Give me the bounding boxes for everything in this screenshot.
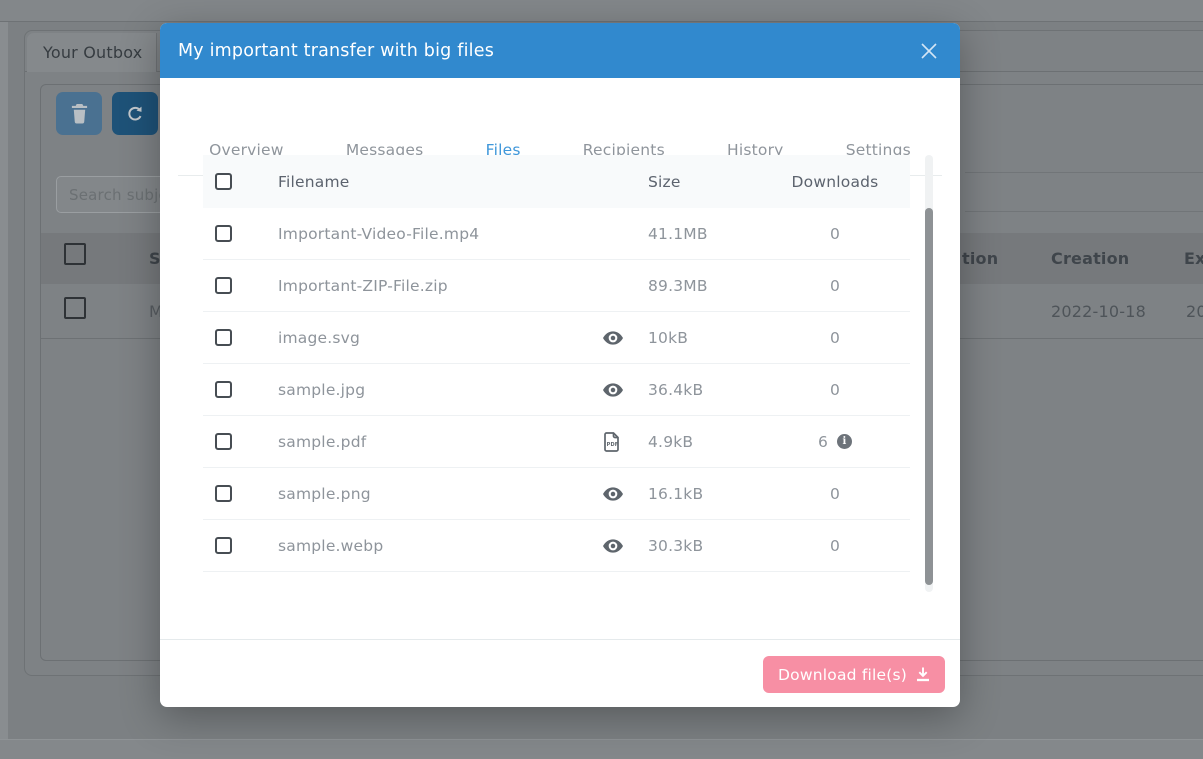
row-select-checkbox[interactable] (64, 297, 86, 319)
file-name: sample.jpg (278, 381, 603, 399)
select-all-checkbox[interactable] (64, 243, 86, 265)
close-button[interactable] (916, 38, 942, 64)
scrollbar-thumb[interactable] (925, 208, 933, 585)
file-size: 16.1kB (648, 485, 760, 503)
info-circle-icon[interactable]: i (837, 434, 852, 449)
modal-title: My important transfer with big files (178, 41, 494, 61)
trash-icon (70, 103, 89, 124)
background-top-navbar (0, 0, 1203, 22)
preview-eye-icon[interactable] (603, 539, 623, 553)
file-checkbox[interactable] (215, 433, 232, 450)
file-downloads-count: 0 (830, 329, 840, 347)
file-checkbox[interactable] (215, 225, 232, 242)
file-name: sample.png (278, 485, 603, 503)
file-downloads: 0 (760, 485, 910, 503)
download-arrow-icon (916, 667, 930, 682)
file-size: 10kB (648, 329, 760, 347)
file-row: Important-Video-File.mp4 41.1MB 0 (203, 208, 910, 260)
file-checkbox[interactable] (215, 485, 232, 502)
preview-eye-icon[interactable] (603, 331, 623, 345)
file-size: 89.3MB (648, 277, 760, 295)
modal-footer: Download file(s) (160, 639, 960, 707)
file-size: 30.3kB (648, 537, 760, 555)
file-row: sample.jpg 36.4kB 0 (203, 364, 910, 416)
background-left-strip (0, 22, 8, 739)
file-checkbox[interactable] (215, 537, 232, 554)
file-name: sample.pdf (278, 433, 603, 451)
file-downloads: 0 (760, 277, 910, 295)
download-button-label: Download file(s) (778, 666, 907, 684)
file-name: Important-Video-File.mp4 (278, 225, 603, 243)
file-row: sample.webp 30.3kB 0 (203, 520, 910, 572)
file-row: image.svg 10kB 0 (203, 312, 910, 364)
file-row: Important-ZIP-File.zip 89.3MB 0 (203, 260, 910, 312)
outbox-col-creation: Creation (1051, 233, 1129, 284)
refresh-button[interactable] (112, 92, 158, 135)
files-col-size: Size (648, 173, 760, 191)
outbox-row-creation: 2022-10-18 (1051, 284, 1146, 338)
background-footer-bar (0, 739, 1203, 759)
download-files-button[interactable]: Download file(s) (763, 656, 945, 693)
close-x-icon (920, 42, 938, 60)
transfer-details-modal: My important transfer with big files Ove… (160, 23, 960, 707)
file-downloads: 0 (760, 225, 910, 243)
files-col-filename: Filename (278, 173, 603, 191)
svg-text:PDF: PDF (607, 441, 619, 447)
file-downloads-count: 0 (830, 225, 840, 243)
files-scroll-area: Filename Size Downloads Important-Video-… (203, 155, 941, 592)
file-downloads: 0 (760, 537, 910, 555)
file-downloads-count: 0 (830, 537, 840, 555)
file-downloads: 6i (760, 433, 910, 451)
outbox-row-expiration: 20 (1186, 284, 1203, 338)
outbox-tab-label: Your Outbox (43, 43, 142, 62)
file-checkbox[interactable] (215, 329, 232, 346)
file-checkbox[interactable] (215, 277, 232, 294)
preview-eye-icon[interactable] (603, 383, 623, 397)
select-all-files-checkbox[interactable] (215, 173, 232, 190)
pdf-file-icon[interactable]: PDF (603, 432, 620, 452)
refresh-icon (125, 104, 145, 124)
files-col-downloads: Downloads (760, 173, 910, 191)
outbox-col-fragment: tion (962, 233, 998, 284)
file-name: image.svg (278, 329, 603, 347)
tab-your-outbox[interactable]: Your Outbox (27, 33, 157, 72)
file-downloads-count: 0 (830, 485, 840, 503)
file-downloads-count: 0 (830, 277, 840, 295)
file-row: sample.pdfPDF4.9kB6i (203, 416, 910, 468)
preview-eye-icon[interactable] (603, 487, 623, 501)
files-table: Filename Size Downloads Important-Video-… (203, 155, 910, 572)
files-table-body: Important-Video-File.mp441.1MB0Important… (203, 208, 910, 572)
file-size: 41.1MB (648, 225, 760, 243)
delete-button[interactable] (56, 92, 102, 135)
file-downloads: 0 (760, 381, 910, 399)
file-size: 4.9kB (648, 433, 760, 451)
file-name: Important-ZIP-File.zip (278, 277, 603, 295)
file-checkbox[interactable] (215, 381, 232, 398)
file-name: sample.webp (278, 537, 603, 555)
file-downloads-count: 0 (830, 381, 840, 399)
background-right-control (965, 172, 1203, 212)
outbox-col-expiration: Ex (1184, 233, 1203, 284)
file-row: sample.png 16.1kB 0 (203, 468, 910, 520)
file-downloads-count: 6 (818, 433, 828, 451)
files-table-header: Filename Size Downloads (203, 155, 910, 208)
modal-header: My important transfer with big files (160, 23, 960, 78)
file-downloads: 0 (760, 329, 910, 347)
file-size: 36.4kB (648, 381, 760, 399)
